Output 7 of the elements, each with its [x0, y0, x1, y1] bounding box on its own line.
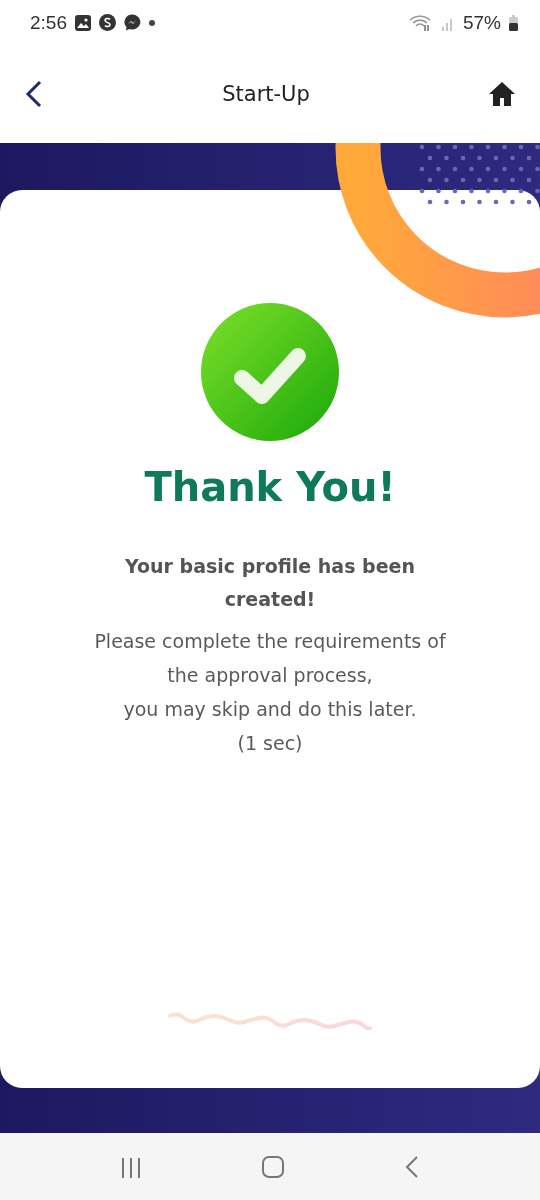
instruction-text: (1 sec): [236, 731, 304, 756]
status-time: 2:56: [30, 11, 67, 34]
instruction-text: you may skip and do this later.: [122, 697, 418, 722]
profile-created-text: Your basic profile has been created!: [124, 554, 416, 612]
thank-you-heading: Thank You!: [144, 464, 396, 510]
battery-percent: 57%: [462, 11, 501, 34]
page-title: Start-Up: [222, 82, 310, 106]
